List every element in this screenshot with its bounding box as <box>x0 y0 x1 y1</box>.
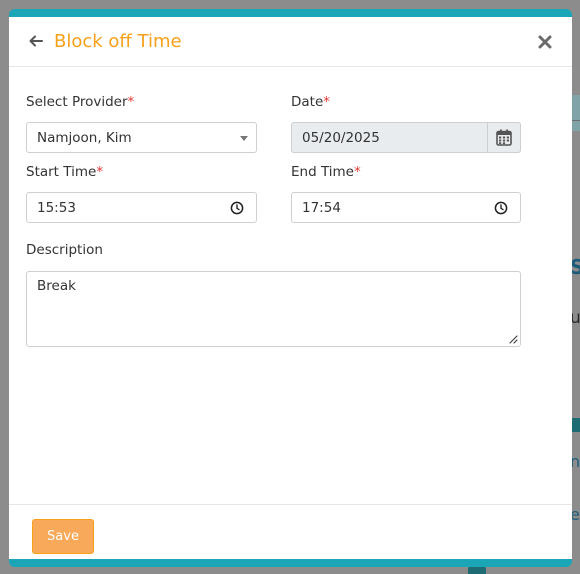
resize-handle-icon[interactable] <box>508 334 518 344</box>
block-off-time-modal: Block off Time Select Provider* Namjoon,… <box>9 9 572 567</box>
end-time-label: End Time* <box>291 164 361 180</box>
start-time-input[interactable]: 15:53 <box>26 192 257 223</box>
provider-select[interactable]: Namjoon, Kim <box>26 122 257 153</box>
background-bar <box>468 566 486 574</box>
date-field: 05/20/2025 <box>291 122 521 153</box>
description-value: Break <box>37 278 76 294</box>
save-button[interactable]: Save <box>32 519 94 554</box>
end-time-input[interactable]: 17:54 <box>291 192 521 223</box>
chevron-down-icon <box>240 136 248 141</box>
calendar-icon <box>496 129 512 146</box>
provider-label: Select Provider* <box>26 94 135 110</box>
modal-title: Block off Time <box>54 31 182 52</box>
clock-icon[interactable] <box>494 201 508 215</box>
start-time-value: 15:53 <box>37 200 76 216</box>
modal-header: Block off Time <box>9 17 572 67</box>
date-value: 05/20/2025 <box>302 130 380 146</box>
description-label: Description <box>26 242 103 258</box>
arrow-left-icon[interactable] <box>27 32 45 50</box>
description-textarea[interactable]: Break <box>26 271 521 347</box>
date-label: Date* <box>291 94 331 110</box>
start-time-label: Start Time* <box>26 164 104 180</box>
end-time-value: 17:54 <box>302 200 341 216</box>
provider-select-value: Namjoon, Kim <box>37 130 132 146</box>
close-x-icon[interactable] <box>536 33 554 51</box>
calendar-button[interactable] <box>487 122 521 153</box>
modal-footer: Save <box>9 504 572 559</box>
clock-icon[interactable] <box>230 201 244 215</box>
